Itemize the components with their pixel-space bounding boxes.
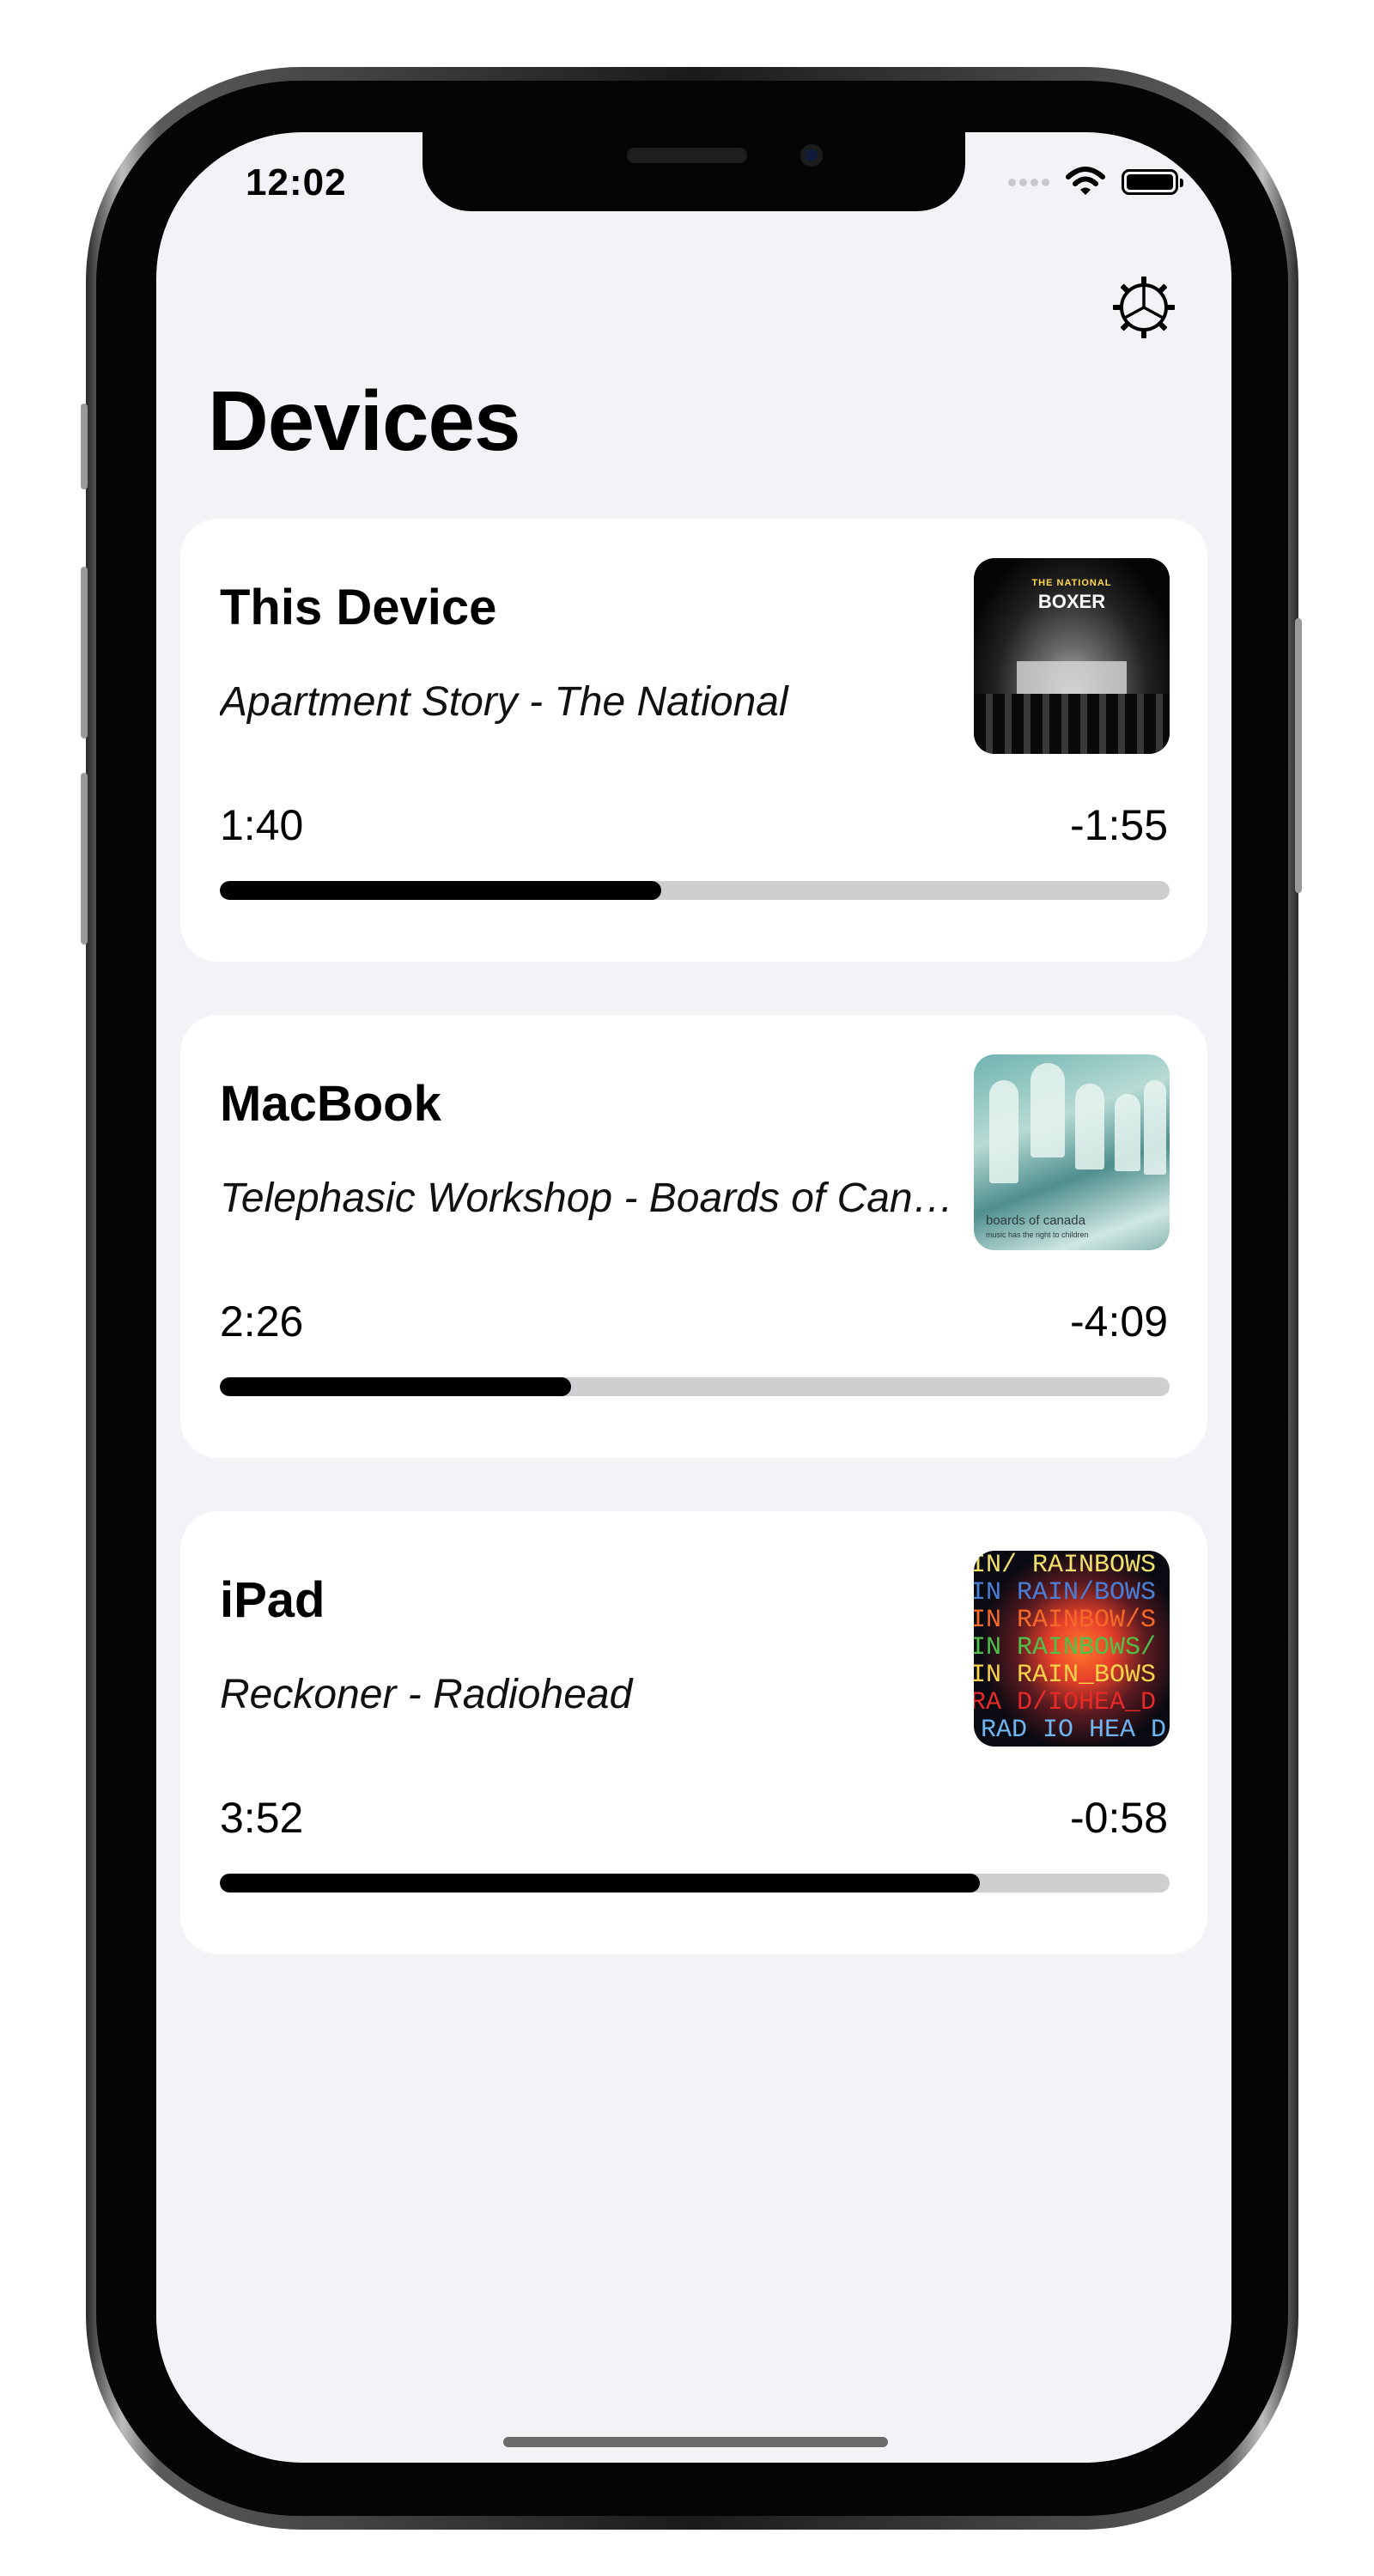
battery-icon — [1122, 169, 1183, 195]
device-card-this-device[interactable]: This Device Apartment Story - The Nation… — [180, 519, 1207, 962]
album-artist-text: boards of canada — [986, 1213, 1085, 1228]
progress-fill — [220, 1377, 572, 1396]
volume-up-button — [81, 567, 88, 738]
album-artwork: boards of canada music has the right to … — [974, 1054, 1170, 1250]
progress-bar[interactable] — [220, 881, 1170, 900]
notch — [423, 132, 965, 211]
page-title: Devices — [208, 374, 521, 468]
album-text-line: IN RAIN_BOWS — [974, 1661, 1157, 1690]
album-title-text: music has the right to children — [986, 1230, 1089, 1239]
track-info: Reckoner - Radiohead — [220, 1672, 633, 1717]
track-info: Telephasic Workshop - Boards of Canada — [220, 1176, 958, 1221]
album-artwork: THE NATIONAL BOXER — [974, 558, 1170, 754]
wifi-icon — [1066, 167, 1105, 195]
status-time: 12:02 — [246, 161, 347, 204]
remaining-time: -1:55 — [1070, 801, 1168, 849]
speaker-grille — [627, 148, 747, 163]
front-camera — [800, 144, 823, 167]
device-card-macbook[interactable]: MacBook Telephasic Workshop - Boards of … — [180, 1015, 1207, 1458]
progress-fill — [220, 881, 662, 900]
home-indicator[interactable] — [503, 2437, 888, 2447]
elapsed-time: 2:26 — [220, 1297, 304, 1346]
album-artist-text: THE NATIONAL — [1031, 578, 1112, 588]
album-text-line: IN RAIN/BOWS — [974, 1578, 1157, 1607]
status-icons — [1008, 167, 1183, 197]
album-title-text: BOXER — [1037, 591, 1106, 612]
screen: 12:02 Devices This Device Apartment Stor… — [156, 132, 1231, 2463]
silent-switch — [81, 404, 88, 489]
device-name: iPad — [220, 1572, 325, 1628]
progress-bar[interactable] — [220, 1377, 1170, 1396]
device-card-ipad[interactable]: iPad Reckoner - Radiohead IN/ RAINBOWS I… — [180, 1511, 1207, 1954]
volume-down-button — [81, 773, 88, 945]
album-text-line: IN RAINBOWS/ — [974, 1633, 1157, 1662]
progress-fill — [220, 1874, 980, 1893]
album-artwork: IN/ RAINBOWS IN RAIN/BOWS IN RAINBOW/S I… — [974, 1551, 1170, 1747]
progress-bar[interactable] — [220, 1874, 1170, 1893]
track-info: Apartment Story - The National — [220, 679, 788, 725]
album-text-line: RAD IO HEA D — [981, 1716, 1167, 1745]
elapsed-time: 3:52 — [220, 1794, 304, 1842]
device-name: This Device — [220, 580, 497, 635]
album-text-line: IN/ RAINBOWS — [974, 1551, 1157, 1580]
gear-icon[interactable] — [1110, 273, 1178, 342]
remaining-time: -4:09 — [1070, 1297, 1168, 1346]
cellular-signal-icon — [1008, 178, 1049, 186]
album-text-line: IN RAINBOW/S — [974, 1606, 1157, 1635]
device-name: MacBook — [220, 1076, 441, 1132]
elapsed-time: 1:40 — [220, 801, 304, 849]
remaining-time: -0:58 — [1070, 1794, 1168, 1842]
power-button — [1295, 618, 1302, 893]
album-text-line: RA D/IOHEA_D — [974, 1688, 1157, 1717]
